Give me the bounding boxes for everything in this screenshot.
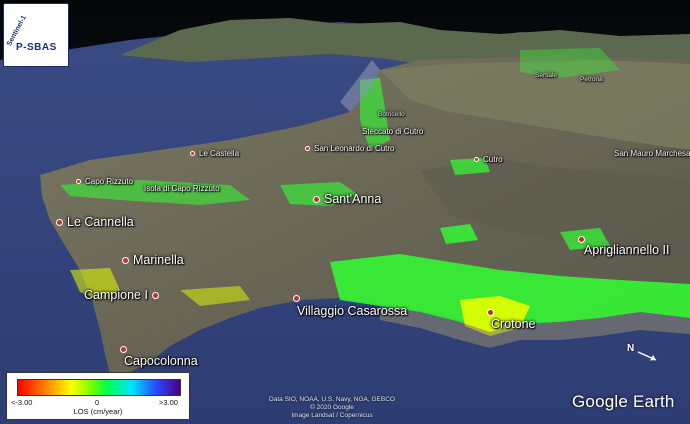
place-marker-icon (487, 309, 494, 316)
credit-line: © 2020 Google (310, 404, 354, 411)
place-label: San Leonardo di Cutro (314, 144, 395, 153)
google-earth-logo: Google Earth (572, 392, 675, 411)
place-label: Capocolonna (124, 354, 198, 368)
credit-line: Data SIO, NOAA, U.S. Navy, NGA, GEBCO (269, 396, 395, 403)
imagery-credits: Data SIO, NOAA, U.S. Navy, NGA, GEBCO © … (262, 396, 402, 420)
place-marker-icon (313, 195, 320, 203)
place-label: Aprigliannello II (584, 243, 670, 257)
place-villaggio-casarossa[interactable] (293, 295, 300, 302)
place-cutro[interactable]: Cutro (474, 155, 503, 164)
map-view[interactable]: Sentinel-1 P-SBAS Sant'Anna Le Cannella … (0, 0, 690, 424)
place-capo-rizzuto[interactable]: Capo Rizzuto (76, 177, 133, 186)
place-le-cannella[interactable]: Le Cannella (56, 215, 134, 229)
place-marinella[interactable]: Marinella (122, 253, 184, 267)
place-label: Botricello (378, 111, 405, 118)
place-san-mauro[interactable]: San Mauro Marchesato (614, 149, 690, 158)
los-legend: <-3.00 0 >3.00 LOS (cm/year) (6, 372, 190, 420)
sentinel-psbas-logo: Sentinel-1 P-SBAS (3, 3, 69, 67)
place-le-castella[interactable]: Le Castella (190, 149, 239, 158)
place-marker-icon (578, 236, 585, 243)
north-arrow[interactable]: N (626, 343, 666, 369)
place-marker-icon (76, 179, 81, 184)
place-petrona[interactable]: Petronà (580, 76, 603, 83)
place-label: Villaggio Casarossa (297, 304, 408, 318)
logo-psbas-text: P-SBAS (16, 42, 57, 53)
place-isola[interactable]: Isola di Capo Rizzuto (144, 184, 220, 193)
place-capocolonna-marker[interactable] (120, 346, 127, 353)
place-steccato[interactable]: Steccato di Cutro (362, 127, 423, 136)
place-label: Steccato di Cutro (362, 127, 424, 136)
place-capocolonna[interactable]: Capocolonna (124, 354, 198, 368)
legend-color-scale (17, 379, 181, 396)
terrain-scene (0, 0, 690, 424)
place-marker-icon (122, 256, 129, 264)
place-marker-icon (151, 291, 159, 299)
place-sersale[interactable]: Sersale (535, 72, 557, 79)
place-aprigliano-marker[interactable] (578, 236, 585, 243)
place-label: Petronà (580, 76, 603, 83)
credit-line: Image Landsat / Copernicus (291, 412, 373, 419)
place-label: Capo Rizzuto (85, 177, 134, 186)
place-label: Le Cannella (67, 215, 134, 229)
place-crotone[interactable] (487, 309, 494, 316)
place-label: Campione I (84, 288, 148, 302)
place-marker-icon (293, 295, 300, 302)
place-marker-icon (120, 346, 127, 353)
place-label: Isola di Capo Rizzuto (144, 184, 220, 193)
place-label: Le Castella (199, 149, 240, 158)
place-label: Marinella (133, 253, 184, 267)
place-sant-anna[interactable]: Sant'Anna (313, 192, 381, 206)
legend-max-label: >3.00 (159, 398, 178, 407)
place-botricello[interactable]: Botricello (378, 111, 405, 118)
place-marker-icon (305, 146, 310, 151)
place-marker-icon (474, 157, 479, 162)
legend-title: LOS (cm/year) (73, 407, 123, 416)
place-marker-icon (56, 218, 63, 226)
north-label: N (627, 343, 635, 354)
place-aprigliano[interactable]: Aprigliannello II (584, 243, 669, 257)
place-san-leonardo[interactable]: San Leonardo di Cutro (305, 144, 395, 153)
place-label: Sant'Anna (324, 192, 382, 206)
place-marker-icon (190, 151, 195, 156)
place-label: Cutro (483, 155, 503, 164)
place-campione[interactable]: Campione I (84, 288, 159, 302)
place-label: San Mauro Marchesato (614, 149, 690, 158)
place-crotone-label[interactable]: Crotone (491, 317, 535, 331)
legend-min-label: <-3.00 (11, 398, 33, 407)
place-villaggio-casarossa-label[interactable]: Villaggio Casarossa (297, 304, 407, 318)
place-label: Sersale (535, 72, 558, 79)
place-label: Crotone (491, 317, 536, 331)
legend-mid-label: 0 (95, 398, 100, 407)
